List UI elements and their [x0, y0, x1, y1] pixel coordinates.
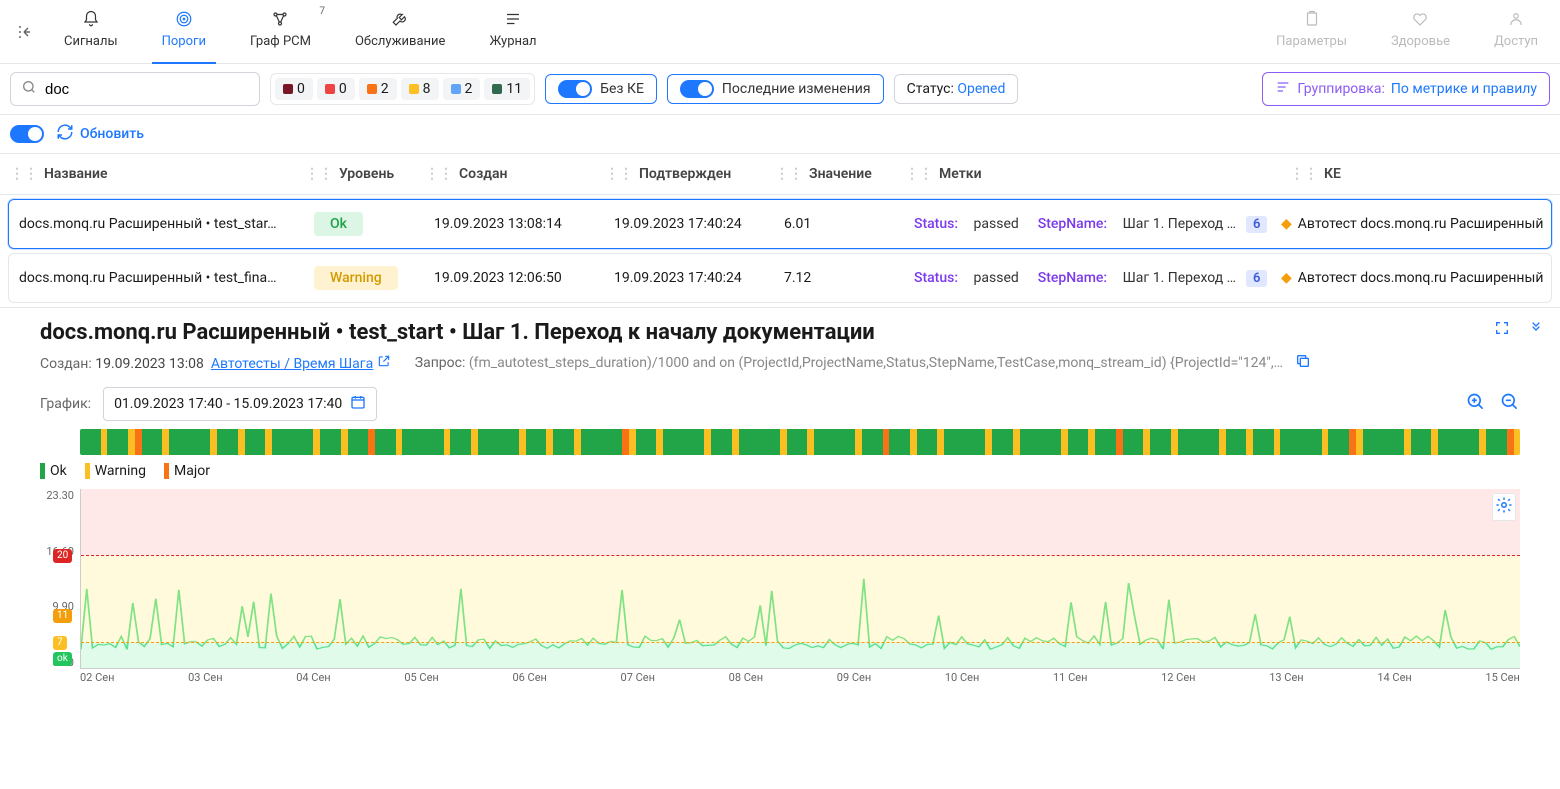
tab-rcm[interactable]: 7 Граф РСМ	[240, 6, 321, 57]
timeline-legend: Ok Warning Major	[40, 463, 1520, 479]
toggle-label: Без КЕ	[600, 81, 644, 97]
group-label: Группировка:	[1297, 81, 1384, 97]
search-icon	[21, 79, 37, 99]
severity-chip[interactable]: 11	[484, 78, 530, 100]
severity-chip[interactable]: 2	[359, 78, 397, 100]
legend-major: Major	[174, 463, 210, 479]
chart-settings-button[interactable]	[1492, 493, 1516, 521]
refresh-label: Обновить	[80, 126, 144, 142]
query-value: (fm_autotest_steps_duration)/1000 and on…	[469, 355, 1289, 371]
severity-chip[interactable]: 8	[401, 78, 439, 100]
tab-label: Здоровье	[1391, 34, 1450, 49]
tab-thresholds[interactable]: Пороги	[152, 6, 216, 57]
created-value: 19.09.2023 13:08	[95, 356, 204, 372]
tab-label: Граф РСМ	[250, 34, 311, 49]
toggle-label: Последние изменения	[722, 81, 871, 97]
external-link-icon[interactable]	[377, 356, 391, 372]
severity-chip[interactable]: 0	[317, 78, 355, 100]
query-label: Запрос:	[415, 355, 466, 371]
date-range-picker[interactable]: 01.09.2023 17:40 - 15.09.2023 17:40	[103, 387, 377, 421]
col-level: Уровень	[339, 166, 394, 182]
metric-chart[interactable]: 23.3016.609.903.20 20117ok 02 Сен03 Сен0…	[40, 489, 1520, 689]
rule-link[interactable]: Автотесты / Время Шага	[211, 356, 373, 372]
clipboard-icon	[1303, 10, 1321, 32]
tab-label: Обслуживание	[355, 34, 445, 49]
tab-maintenance[interactable]: Обслуживание	[345, 6, 455, 57]
chart-label: График:	[40, 396, 91, 412]
tab-label: Доступ	[1494, 34, 1538, 49]
date-range-value: 01.09.2023 17:40 - 15.09.2023 17:40	[114, 396, 342, 412]
tab-journal[interactable]: Журнал	[479, 6, 546, 57]
table-row[interactable]: docs.monq.ru Расширенный • test_fina… Wa…	[8, 253, 1552, 303]
severity-chip[interactable]: 2	[443, 78, 481, 100]
tab-label: Сигналы	[64, 34, 118, 49]
calendar-icon	[350, 394, 366, 414]
severity-chip[interactable]: 0	[275, 78, 313, 100]
fullscreen-button[interactable]	[1490, 316, 1514, 340]
target-icon	[175, 10, 193, 32]
list-icon	[504, 10, 522, 32]
toggle-last-changes[interactable]: Последние изменения	[667, 74, 884, 104]
tab-label: Журнал	[489, 34, 536, 49]
expand-sidebar-button[interactable]	[12, 19, 38, 45]
col-created: Создан	[459, 166, 507, 182]
search-input[interactable]	[45, 81, 249, 98]
table-row[interactable]: docs.monq.ru Расширенный • test_star… Ok…	[8, 199, 1552, 249]
col-name: Название	[44, 166, 108, 182]
bell-icon	[82, 10, 100, 32]
col-ke: КЕ	[1324, 166, 1341, 182]
auto-refresh-toggle[interactable]: ↻	[10, 125, 44, 143]
toggle-switch[interactable]	[558, 80, 592, 98]
status-filter[interactable]: Статус: Opened	[894, 74, 1019, 104]
wrench-icon	[391, 10, 409, 32]
zoom-out-button[interactable]	[1500, 392, 1520, 416]
table-header: ⋮⋮Название ⋮⋮Уровень ⋮⋮Создан ⋮⋮Подтверж…	[0, 154, 1560, 195]
refresh-button[interactable]: Обновить	[56, 123, 144, 145]
detail-title: docs.monq.ru Расширенный • test_start • …	[40, 320, 1520, 345]
search-input-container[interactable]	[10, 72, 260, 106]
tab-label: Параметры	[1276, 34, 1347, 49]
toggle-no-ke[interactable]: Без КЕ	[545, 74, 657, 104]
tab-parameters: Параметры	[1266, 6, 1357, 57]
copy-query-button[interactable]	[1295, 353, 1311, 373]
tab-badge: 7	[319, 6, 325, 17]
collapse-button[interactable]	[1524, 316, 1548, 340]
toggle-switch[interactable]	[680, 80, 714, 98]
chart-x-labels: 02 Сен03 Сен04 Сен05 Сен06 Сен07 Сен08 С…	[80, 671, 1520, 689]
group-icon	[1275, 79, 1291, 99]
zoom-in-button[interactable]	[1466, 392, 1486, 416]
heart-icon	[1411, 10, 1429, 32]
created-label: Создан:	[40, 356, 92, 372]
severity-chips: 0028211	[270, 73, 535, 105]
legend-warning: Warning	[95, 463, 146, 479]
tab-label: Пороги	[162, 34, 206, 49]
tab-health: Здоровье	[1381, 6, 1460, 57]
graph-icon	[271, 10, 289, 32]
status-timeline[interactable]	[80, 429, 1520, 455]
refresh-icon	[56, 123, 74, 145]
status-value: Opened	[957, 81, 1005, 97]
tab-access: Доступ	[1484, 6, 1548, 57]
col-value: Значение	[809, 166, 872, 182]
legend-ok: Ok	[50, 463, 67, 479]
tab-signals[interactable]: Сигналы	[54, 6, 128, 57]
user-icon	[1507, 10, 1525, 32]
grouping-selector[interactable]: Группировка: По метрике и правилу	[1262, 72, 1550, 106]
group-value: По метрике и правилу	[1391, 81, 1537, 97]
status-label: Статус:	[907, 81, 954, 97]
col-tags: Метки	[939, 166, 982, 182]
col-confirmed: Подтвержден	[639, 166, 731, 182]
